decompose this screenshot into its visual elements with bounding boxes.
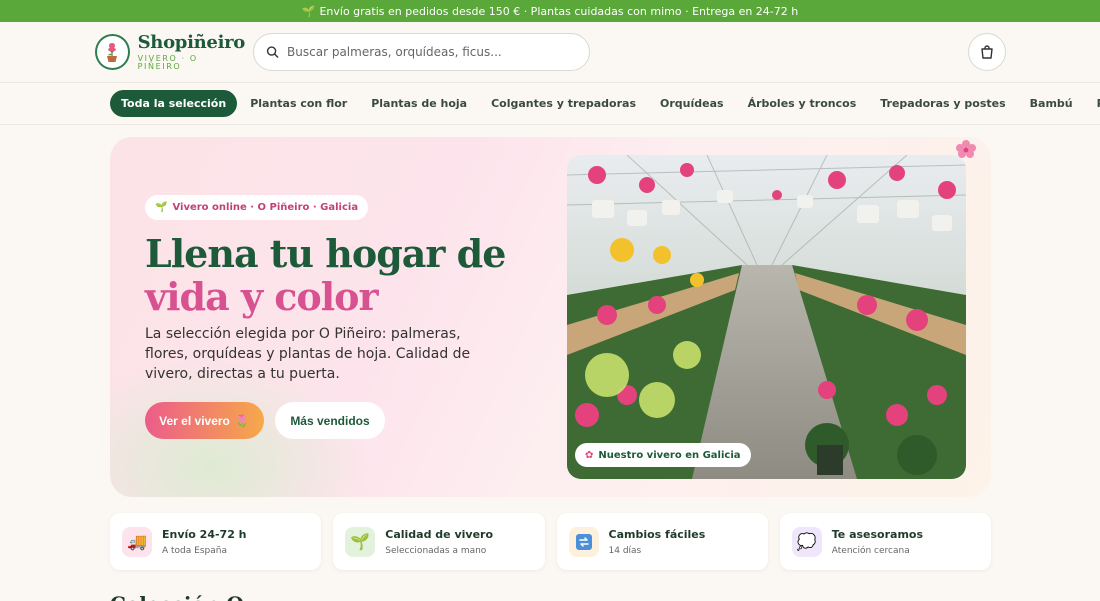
hero-lead: La selección elegida por O Piñeiro: palm… [145, 326, 471, 382]
flower-icon: ✿ [585, 449, 594, 461]
search-input[interactable] [287, 45, 577, 59]
view-nursery-label: Ver el vivero [159, 413, 230, 428]
chat-icon: 💭 [791, 526, 822, 557]
feature-subtitle: A toda España [162, 545, 227, 556]
feature-subtitle: 14 días [608, 545, 642, 556]
shopping-bag-icon [981, 45, 993, 59]
nav-item-palms[interactable]: Palmeras [1086, 90, 1100, 117]
greenhouse-photo: ✿ Nuestro vivero en Galicia [567, 155, 966, 479]
feature-returns: Cambios fáciles 14 días [556, 513, 768, 570]
feature-title: Te asesoramos [831, 527, 924, 541]
cart-button[interactable] [968, 33, 1006, 71]
promo-text: Envío gratis en pedidos desde 150 € · Pl… [319, 4, 799, 18]
brand-tagline: VIVERO · O PIÑEIRO [137, 53, 198, 71]
flower-icon [956, 140, 976, 162]
nav-item-all[interactable]: Toda la selección [110, 90, 238, 117]
section-title: Colección O Piñeiro [110, 592, 310, 601]
flower-pot-icon [95, 34, 130, 70]
hero-banner: 🌱 Vivero online · O Piñeiro · Galicia Ll… [110, 137, 991, 497]
nav-item-flowering[interactable]: Plantas con flor [239, 90, 358, 117]
feature-subtitle: Seleccionadas a mano [385, 545, 487, 556]
search-icon [266, 46, 279, 58]
nav-item-bamboo[interactable]: Bambú [1019, 90, 1084, 117]
nav-item-foliage[interactable]: Plantas de hoja [360, 90, 478, 117]
best-sellers-button[interactable]: Más vendidos [275, 402, 385, 439]
logo[interactable]: Shopiñeiro VIVERO · O PIÑEIRO [95, 31, 246, 71]
hero-title-line1: Llena tu hogar de [145, 231, 506, 276]
nav-item-trees[interactable]: Árboles y troncos [737, 90, 868, 117]
hero-title-line2: vida y color [145, 274, 379, 319]
promo-bar: 🌱 Envío gratis en pedidos desde 150 € · … [0, 0, 1100, 22]
feature-title: Cambios fáciles [608, 527, 706, 541]
sprout-icon: 🌱 [155, 202, 168, 213]
brand-name: Shopiñeiro [137, 31, 246, 53]
exchange-icon [568, 526, 599, 557]
nav-item-climbers[interactable]: Trepadoras y postes [869, 90, 1016, 117]
feature-title: Calidad de vivero [385, 527, 494, 541]
location-pill-text: Vivero online · O Piñeiro · Galicia [172, 202, 359, 213]
photo-badge: ✿ Nuestro vivero en Galicia [575, 443, 751, 467]
truck-icon: 🚚 [122, 526, 152, 557]
nav-item-orchids[interactable]: Orquídeas [649, 90, 735, 117]
seedling-icon: 🌱 [345, 526, 376, 557]
feature-shipping: 🚚 Envío 24-72 h A toda España [110, 513, 322, 570]
photo-badge-text: Nuestro vivero en Galicia [598, 449, 741, 461]
feature-advice: 💭 Te asesoramos Atención cercana [779, 513, 991, 570]
tulip-icon: 🌷 [234, 413, 250, 428]
feature-title: Envío 24-72 h [162, 527, 247, 541]
category-nav: Toda la selección Plantas con flor Plant… [0, 82, 1100, 125]
feature-strip: 🚚 Envío 24-72 h A toda España 🌱 Calidad … [110, 513, 991, 570]
feature-quality: 🌱 Calidad de vivero Seleccionadas a mano [333, 513, 545, 570]
location-pill: 🌱 Vivero online · O Piñeiro · Galicia [145, 195, 369, 220]
hero-title: Llena tu hogar de vida y color [145, 231, 506, 319]
site-header: Shopiñeiro VIVERO · O PIÑEIRO [0, 22, 1100, 82]
feature-subtitle: Atención cercana [831, 545, 910, 556]
nav-item-hanging[interactable]: Colgantes y trepadoras [480, 90, 647, 117]
sprout-icon: 🌱 [301, 4, 316, 18]
search-bar [253, 33, 590, 71]
view-nursery-button[interactable]: Ver el vivero 🌷 [145, 402, 264, 439]
